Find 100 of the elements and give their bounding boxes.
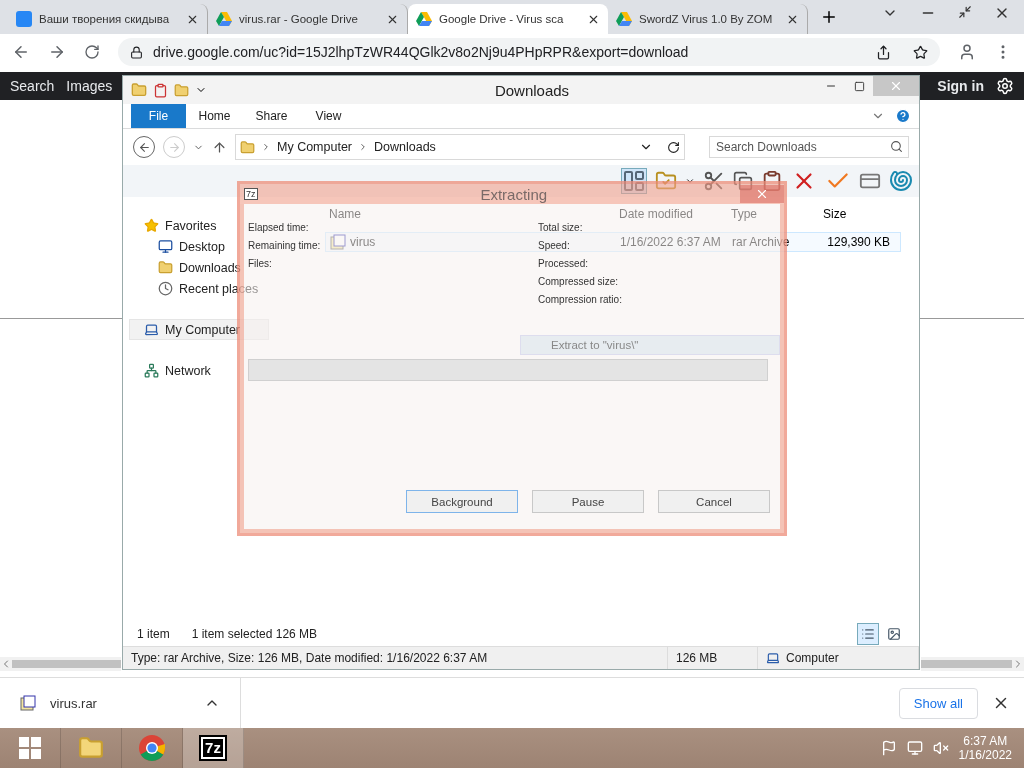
drive-icon [216,12,232,26]
folder-icon [240,139,255,155]
folder-check-icon[interactable] [655,170,677,192]
search-icon [890,140,903,153]
maximize-icon [853,80,865,92]
properties-icon[interactable] [153,82,168,98]
ribbon-tab[interactable]: Share [243,104,300,128]
destination-field: Extract to "virus\" [520,335,780,355]
windows-logo-icon [19,737,41,759]
sign-in-link[interactable]: Sign in [937,78,984,94]
field-label: Total size: [538,222,583,235]
forward-icon[interactable] [48,43,66,61]
column-header[interactable]: Date modified [619,207,731,221]
item-count: 1 item [137,627,170,641]
panel-icon[interactable] [621,168,647,194]
nav-item[interactable]: Network [129,360,212,381]
folder-icon [158,260,173,275]
close-icon [755,187,769,201]
network-icon[interactable] [906,740,923,756]
field-label: Speed: [538,240,570,253]
url-text: drive.google.com/uc?id=15J2lhpTzWR44QGlk2v8o2Nj9u4PHpRPR&export=download [153,44,689,60]
dialog-button[interactable]: Cancel [658,490,770,513]
location: Computer [786,651,839,665]
new-tab-icon[interactable] [820,8,838,26]
lock-icon [130,45,143,59]
nav-item[interactable]: Desktop [129,236,226,257]
bookmark-icon[interactable] [913,44,928,60]
field-label: Processed: [538,258,589,271]
chrome-icon [138,734,166,762]
dialog-button[interactable]: Background [406,490,518,513]
forward-icon [167,140,181,154]
horizontal-scrollbar[interactable] [0,657,121,671]
breadcrumb[interactable]: My Computer [277,140,353,154]
7zip-button[interactable]: 7z [183,728,244,768]
selection-info: 1 item selected 126 MB [191,627,318,641]
close-icon [889,79,903,93]
settings-icon[interactable] [996,77,1014,95]
7zip-icon: 7z [244,188,258,200]
address-bar[interactable]: drive.google.com/uc?id=15J2lhpTzWR44QGlk2v8o2Nj9u4PHpRPR&export=download [118,38,940,66]
drive-icon [416,12,432,26]
monitor-icon [158,239,173,254]
clipboard-icon[interactable] [761,170,783,192]
reload-icon[interactable] [84,44,100,60]
browser-tab[interactable]: SwordZ Virus 1.0 By ZOM [608,4,808,34]
details-view-button[interactable] [857,623,879,645]
browser-tab[interactable]: Ваши творения скидыва [8,4,208,34]
share-icon[interactable] [876,44,891,60]
search-field[interactable]: Search Downloads [709,136,909,158]
profile-icon[interactable] [958,43,976,61]
copy-icon[interactable] [733,171,753,191]
address-field[interactable]: My Computer Downloads [235,134,685,160]
help-icon[interactable] [895,108,911,124]
chevron-right-icon[interactable] [261,142,271,152]
computer-icon [144,322,159,337]
clock-icon [158,281,173,296]
show-all-button[interactable]: Show all [898,687,978,719]
nav-link[interactable]: Search [10,78,55,94]
archive-icon [20,695,36,711]
field-label: Compressed size: [538,276,619,289]
field-label: Files: [248,258,272,271]
column-header[interactable]: Name [329,207,619,221]
nav-item[interactable]: My Computer [129,319,269,340]
back-icon [137,140,151,154]
muted-speaker-icon[interactable] [932,740,949,756]
file-size: 126 MB [668,647,758,669]
ribbon-tab[interactable]: View [300,104,357,128]
folder-icon [78,735,104,761]
image-icon [887,627,901,641]
archive-icon [330,234,346,250]
ribbon-tab[interactable]: File [131,104,186,128]
column-header[interactable]: Type [731,207,823,221]
list-icon [861,627,875,641]
column-header[interactable]: Size [823,207,895,221]
drive-icon [616,12,632,26]
dialog-title: Extracting [479,185,549,203]
shell-icon[interactable] [889,169,913,193]
refresh-icon[interactable] [667,140,680,154]
field-label: Compression ratio: [538,294,622,307]
up-icon[interactable] [212,139,227,155]
download-filename[interactable]: virus.rar [50,695,97,711]
network-icon [144,363,159,378]
browser-tab[interactable]: virus.rar - Google Drive [208,4,408,34]
window-title: Downloads [493,81,571,99]
back-icon[interactable] [12,43,30,61]
nav-item[interactable]: Favorites [129,215,218,236]
browser-tab[interactable]: Google Drive - Virus sca [408,4,608,34]
file-details: Type: rar Archive, Size: 126 MB, Date modified: 1/16/2022 6:37 AM [123,647,668,669]
field-label: Remaining time: [248,240,321,253]
horizontal-scrollbar[interactable] [921,657,1024,671]
vk-icon [16,11,32,27]
dialog-button[interactable]: Pause [532,490,644,513]
scissors-icon[interactable] [703,170,725,192]
star-icon [144,218,159,233]
field-label: Elapsed time: [248,222,309,235]
nav-link[interactable]: Images [66,78,113,94]
restore-icon[interactable] [958,5,972,19]
breadcrumb[interactable]: Downloads [374,140,436,154]
ribbon-tab[interactable]: Home [186,104,243,128]
flag-icon[interactable] [880,740,897,756]
computer-icon [766,651,780,665]
